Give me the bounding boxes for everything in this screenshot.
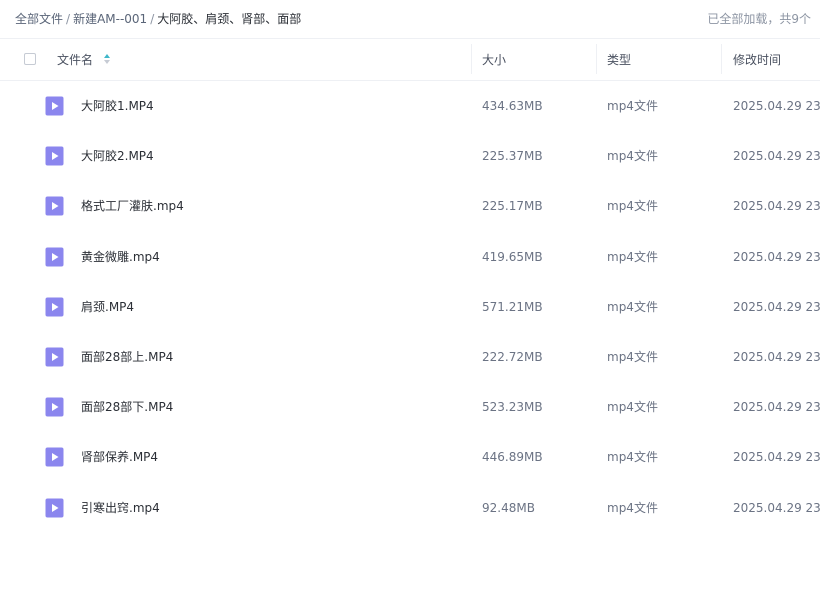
file-size: 225.37MB [482, 149, 543, 164]
file-type: mp4文件 [607, 500, 658, 515]
breadcrumb-separator: / [150, 12, 155, 26]
file-size: 419.65MB [482, 249, 543, 264]
table-row[interactable]: 引寒出窍.mp4 92.48MB mp4文件 2025.04.29 23:1 [0, 483, 820, 533]
file-modified: 2025.04.29 23:1 [733, 450, 820, 465]
file-type: mp4文件 [607, 99, 658, 113]
file-size: 434.63MB [482, 99, 543, 113]
table-row[interactable]: 大阿胶2.MP4 225.37MB mp4文件 2025.04.29 23:1 [0, 131, 820, 181]
table-row[interactable]: 面部28部上.MP4 222.72MB mp4文件 2025.04.29 23:1 [0, 332, 820, 382]
select-all-checkbox[interactable] [24, 53, 36, 65]
column-header-modified[interactable]: 修改时间 [733, 52, 781, 68]
file-name[interactable]: 面部28部上.MP4 [81, 349, 173, 365]
breadcrumb-item-current: 大阿胶、肩颈、肾部、面部 [157, 12, 302, 26]
file-name[interactable]: 面部28部下.MP4 [81, 399, 173, 415]
file-name[interactable]: 黄金微雕.mp4 [81, 249, 160, 265]
file-name[interactable]: 引寒出窍.mp4 [81, 500, 160, 516]
column-header-size[interactable]: 大小 [482, 52, 506, 68]
video-file-icon [45, 498, 64, 518]
video-file-icon [45, 447, 64, 467]
file-size: 222.72MB [482, 350, 543, 364]
file-size: 225.17MB [482, 199, 543, 214]
column-divider[interactable] [596, 44, 597, 74]
file-modified: 2025.04.29 23:1 [733, 99, 820, 113]
video-file-icon [45, 297, 64, 317]
column-header-type[interactable]: 类型 [607, 52, 631, 68]
table-row[interactable]: 黄金微雕.mp4 419.65MB mp4文件 2025.04.29 23:1 [0, 232, 820, 282]
file-modified: 2025.04.29 23:1 [733, 249, 820, 264]
video-file-icon [45, 196, 64, 216]
file-modified: 2025.04.29 23:1 [733, 400, 820, 415]
file-size: 446.89MB [482, 450, 543, 465]
file-modified: 2025.04.29 23:1 [733, 350, 820, 364]
file-type: mp4文件 [607, 350, 658, 364]
file-size: 571.21MB [482, 299, 543, 314]
breadcrumb-separator: / [66, 12, 71, 26]
file-size: 92.48MB [482, 500, 535, 515]
table-row[interactable]: 肾部保养.MP4 446.89MB mp4文件 2025.04.29 23:1 [0, 432, 820, 482]
video-file-icon [45, 247, 64, 267]
column-divider[interactable] [471, 44, 472, 74]
breadcrumb-item-root[interactable]: 全部文件 [15, 12, 63, 26]
table-header: 文件名 大小 类型 修改时间 [0, 39, 820, 81]
file-name[interactable]: 肩颈.MP4 [81, 299, 134, 315]
file-type: mp4文件 [607, 149, 658, 164]
file-modified: 2025.04.29 23:1 [733, 149, 820, 164]
file-type: mp4文件 [607, 249, 658, 264]
table-row[interactable]: 大阿胶1.MP4 434.63MB mp4文件 2025.04.29 23:1 [0, 81, 820, 131]
file-size: 523.23MB [482, 400, 543, 415]
video-file-icon [45, 347, 64, 367]
file-name[interactable]: 肾部保养.MP4 [81, 449, 158, 465]
table-row[interactable]: 面部28部下.MP4 523.23MB mp4文件 2025.04.29 23:1 [0, 382, 820, 432]
file-type: mp4文件 [607, 199, 658, 214]
file-list-page: 全部文件 / 新建AM--001/大阿胶、肩颈、肾部、面部 已全部加载，共9个 文件… [0, 0, 820, 600]
load-status: 已全部加载，共9个 [707, 12, 811, 26]
breadcrumb: 全部文件 / 新建AM--001/大阿胶、肩颈、肾部、面部 [15, 11, 301, 27]
video-file-icon [45, 397, 64, 417]
file-name[interactable]: 格式工厂灌肤.mp4 [81, 198, 184, 214]
file-type: mp4文件 [607, 299, 658, 314]
file-type: mp4文件 [607, 400, 658, 415]
column-divider[interactable] [721, 44, 722, 74]
file-type: mp4文件 [607, 450, 658, 465]
table-row[interactable]: 格式工厂灌肤.mp4 225.17MB mp4文件 2025.04.29 23:1 [0, 181, 820, 231]
table-row[interactable]: 肩颈.MP4 571.21MB mp4文件 2025.04.29 23:1 [0, 282, 820, 332]
sort-icon[interactable] [103, 53, 111, 65]
file-modified: 2025.04.29 23:1 [733, 500, 820, 515]
video-file-icon [45, 96, 64, 116]
column-header-name[interactable]: 文件名 [57, 52, 93, 68]
topbar: 全部文件 / 新建AM--001/大阿胶、肩颈、肾部、面部 已全部加载，共9个 [0, 0, 820, 39]
file-name[interactable]: 大阿胶2.MP4 [81, 148, 154, 164]
breadcrumb-item-folder[interactable]: 新建AM--001 [73, 12, 147, 26]
file-modified: 2025.04.29 23:1 [733, 299, 820, 314]
video-file-icon [45, 146, 64, 166]
file-name[interactable]: 大阿胶1.MP4 [81, 98, 154, 114]
file-modified: 2025.04.29 23:1 [733, 199, 820, 214]
